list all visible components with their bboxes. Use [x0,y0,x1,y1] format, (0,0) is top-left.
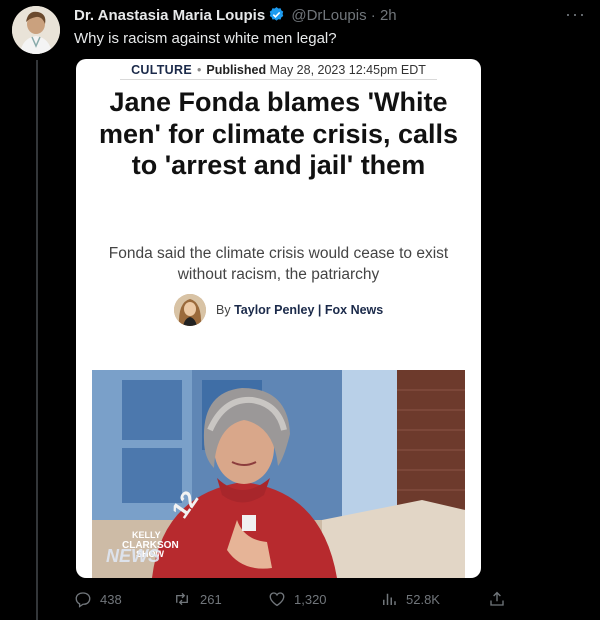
share-button[interactable] [488,590,506,608]
article-meta: CULTURE • Published May 28, 2023 12:45pm E… [76,63,481,77]
like-count: 1,320 [294,591,327,607]
like-button[interactable]: 1,320 [268,590,327,608]
retweet-icon [172,590,192,608]
article-photo: 12 KELLY CLARKSON SHOW NEWS [92,370,465,578]
views-button[interactable]: 52.8K [380,590,440,608]
watermark-news: NEWS [106,546,160,566]
views-bar-chart-icon [380,590,398,608]
reply-icon [74,590,92,608]
byline-author: Taylor Penley | Fox News [234,303,384,317]
share-icon [488,590,506,608]
article-category: CULTURE [131,63,192,77]
meta-separator: • [196,63,202,77]
verified-badge-icon [268,6,285,28]
watermark-line1: KELLY [132,530,161,540]
thread-line [36,60,38,620]
article-screenshot-card[interactable]: CULTURE • Published May 28, 2023 12:45pm E… [76,59,481,578]
author-avatar [174,294,206,326]
more-horizontal-icon[interactable]: ··· [565,4,586,25]
reply-count: 438 [100,591,122,607]
retweet-button[interactable]: 261 [172,590,222,608]
published-label: Published [206,63,267,77]
heart-icon [268,590,286,608]
tweet-header: Dr. Anastasia Maria Loupis @DrLoupis · 2… [74,6,560,28]
byline: By Taylor Penley | Fox News [216,303,383,317]
avatar-photo [12,6,60,54]
handle[interactable]: @DrLoupis [291,7,366,24]
card-divider [120,79,437,80]
article-subheadline: Fonda said the climate crisis would ceas… [108,245,449,283]
byline-prefix: By [216,303,231,317]
display-name[interactable]: Dr. Anastasia Maria Loupis [74,7,265,24]
action-bar: 438 261 1,320 52.8K [0,590,600,614]
separator-dot: · [370,7,376,24]
article-headline: Jane Fonda blames 'White men' for climat… [98,87,459,180]
published-date: May 28, 2023 12:45pm EDT [269,63,426,77]
avatar[interactable] [12,6,60,54]
retweet-count: 261 [200,591,222,607]
views-count: 52.8K [406,591,440,607]
reply-button[interactable]: 438 [74,590,122,608]
timestamp[interactable]: 2h [380,7,397,24]
tweet-text: Why is racism against white men legal? [74,30,337,47]
